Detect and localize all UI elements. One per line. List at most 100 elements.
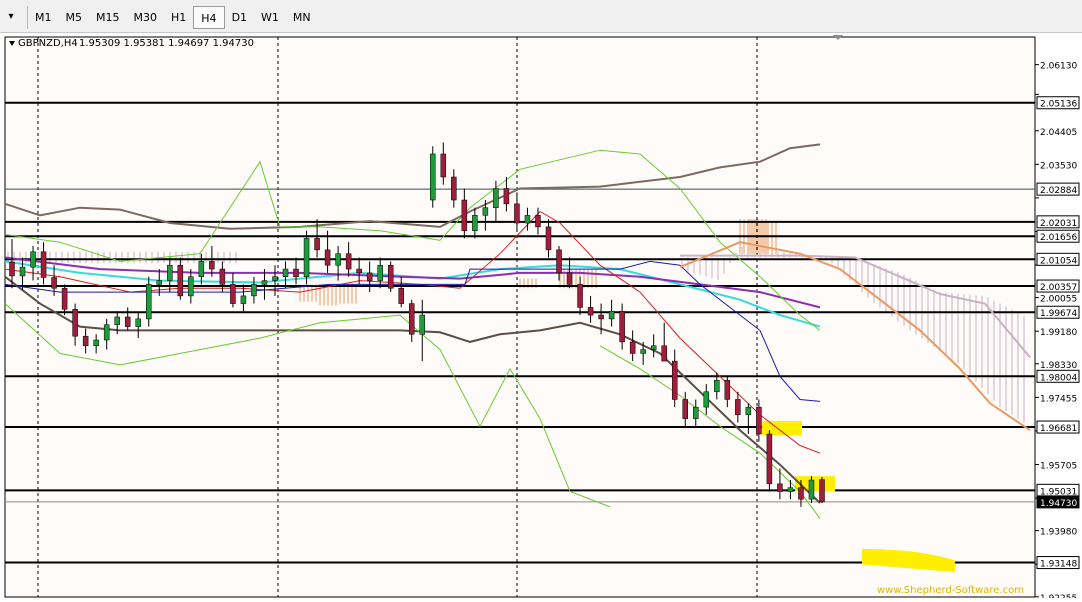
candle-body: [103, 324, 110, 341]
axis-tick-label: 1.98330: [1040, 361, 1077, 371]
candle-body: [682, 399, 688, 419]
candle-body: [124, 316, 131, 327]
level-label: 2.00357: [1040, 283, 1077, 293]
candle-body: [135, 318, 141, 327]
level-label: 1.98004: [1040, 373, 1077, 383]
candle-body: [114, 316, 120, 325]
level-label: 1.94730: [1040, 499, 1077, 509]
candle-body: [293, 268, 299, 277]
timeframe-button-mn[interactable]: MN: [286, 6, 318, 29]
candle-body: [703, 391, 710, 408]
candle-body: [514, 203, 520, 224]
candle-body: [577, 284, 583, 308]
candle-body: [30, 251, 36, 268]
candle-body: [619, 310, 625, 343]
candle-body: [61, 287, 68, 310]
timeframe-button-h1[interactable]: H1: [164, 6, 193, 29]
axis-tick-label: 2.00055: [1040, 295, 1077, 305]
level-label: 2.01656: [1040, 233, 1077, 243]
candle-body: [430, 153, 436, 201]
candle-body: [787, 487, 794, 492]
highlight-box: [762, 420, 802, 436]
candle-body: [745, 406, 752, 416]
plot-area: [4, 36, 1036, 598]
candle-body: [819, 479, 825, 503]
level-label: 2.02884: [1040, 186, 1077, 196]
candle-body: [756, 406, 762, 435]
candle-body: [766, 433, 773, 485]
price-chart[interactable]: 2.06130 2.04405 2.03530 2.00055 1.99180 1.983…: [0, 33, 1082, 602]
watermark: www.Shepherd-Software.com: [877, 585, 1024, 596]
candle-body: [798, 487, 804, 500]
timeframe-toolbar: ▾ M1 M5 M15 M30 H1 H4 D1 W1 MN: [0, 0, 1082, 33]
candle-body: [146, 284, 152, 320]
chart-window[interactable]: 2.06130 2.04405 2.03530 2.00055 1.99180 1.983…: [0, 33, 1082, 602]
candle-body: [387, 264, 394, 289]
candle-body: [598, 314, 604, 320]
candle-body: [714, 380, 720, 393]
candle-body: [566, 272, 573, 285]
candle-body: [693, 406, 699, 419]
candle-body: [482, 207, 489, 216]
candle-body: [587, 307, 594, 316]
axis-tick-label: 1.99180: [1040, 328, 1077, 338]
timeframe-button-w1[interactable]: W1: [254, 6, 286, 29]
candle-body: [535, 215, 541, 228]
timeframe-button-m1[interactable]: M1: [28, 6, 59, 29]
candle-body: [156, 280, 163, 285]
candle-body: [272, 276, 278, 281]
axis-tick-label: 1.93980: [1040, 528, 1077, 538]
candle-body: [219, 268, 226, 285]
ohlc-readout: 1.95309 1.95381 1.94697 1.94730: [79, 38, 254, 49]
timeframe-button-m30[interactable]: M30: [127, 6, 165, 29]
timeframe-button-h4[interactable]: H4: [193, 6, 225, 29]
candle-body: [303, 238, 310, 277]
candle-body: [188, 276, 194, 297]
candle-body: [640, 349, 646, 354]
candle-body: [503, 188, 510, 205]
level-label: 2.05136: [1040, 100, 1077, 110]
candle-body: [72, 309, 78, 337]
candle-body: [324, 249, 331, 266]
candle-body: [9, 261, 15, 277]
axis-tick-label: 2.03530: [1040, 161, 1077, 171]
level-label: 2.01054: [1040, 256, 1077, 266]
timeframe-button-m5[interactable]: M5: [59, 6, 90, 29]
candle-body: [451, 176, 457, 201]
level-label: 1.99674: [1040, 309, 1077, 319]
candle-body: [314, 238, 320, 251]
candle-body: [366, 272, 373, 281]
candle-body: [209, 261, 215, 270]
candle-body: [335, 253, 341, 266]
candle-body: [735, 399, 741, 416]
candle-body: [524, 215, 531, 224]
candle-body: [40, 251, 47, 278]
candle-body: [650, 345, 657, 350]
level-label: 1.93148: [1040, 560, 1077, 570]
candle-body: [608, 310, 615, 320]
axis-tick-label: 2.04405: [1040, 128, 1077, 138]
candle-body: [198, 261, 205, 277]
candle-body: [356, 268, 362, 274]
timeframe-button-d1[interactable]: D1: [225, 6, 254, 29]
timeframe-button-group: M1 M5 M15 M30 H1 H4 D1 W1 MN: [27, 6, 318, 29]
candle-body: [167, 264, 173, 281]
candle-body: [545, 226, 552, 251]
axis-tick-label: 2.06130: [1040, 62, 1077, 72]
candle-body: [629, 341, 636, 354]
candle-body: [408, 303, 415, 335]
axis-tick-label: 1.92255: [1040, 594, 1077, 598]
candle-body: [419, 314, 426, 335]
toolbar-dropdown-arrow-icon[interactable]: ▾: [4, 9, 18, 25]
candle-body: [177, 264, 184, 297]
candle-body: [51, 277, 57, 289]
timeframe-button-m15[interactable]: M15: [89, 6, 127, 29]
candle-body: [808, 479, 815, 500]
candle-body: [230, 284, 236, 304]
candle-body: [472, 215, 478, 231]
candle-body: [377, 264, 383, 281]
candle-body: [282, 268, 289, 277]
candle-body: [19, 266, 26, 277]
candle-body: [556, 249, 562, 274]
candle-body: [493, 188, 499, 208]
